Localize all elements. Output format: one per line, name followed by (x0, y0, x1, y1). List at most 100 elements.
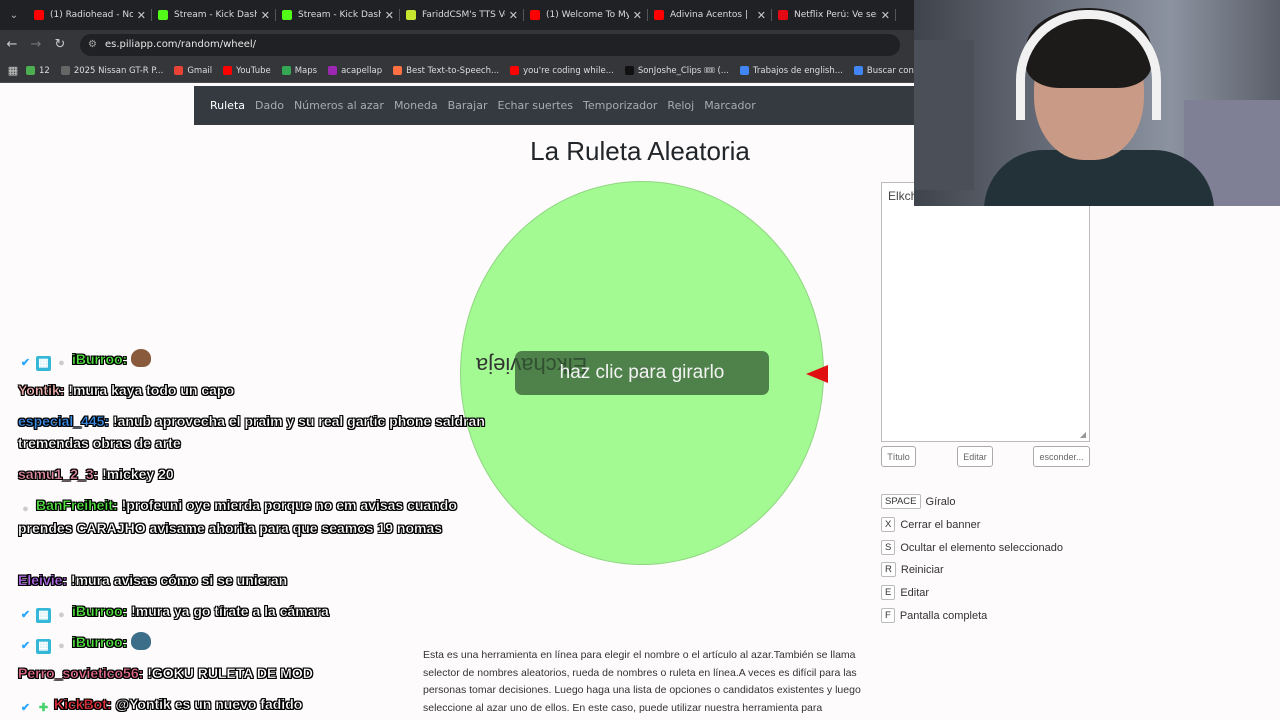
bookmark-item[interactable]: Best Text-to-Speech... (393, 66, 499, 76)
title-button[interactable]: Título (881, 446, 916, 467)
site-nav: Ruleta Dado Números al azar Moneda Baraj… (194, 86, 914, 125)
chat-text: @Yontik es un nuevo fadido (115, 696, 303, 712)
close-tab-icon[interactable]: ✕ (757, 9, 766, 22)
nav-echar-suertes[interactable]: Echar suertes (498, 99, 574, 112)
moderator-sword-icon: ✔ (20, 609, 31, 621)
bookmark-item[interactable]: YouTube (223, 66, 271, 76)
chat-message: ✔ ▦ ● iBurroo: !mura ya go tírate a la cáma… (18, 600, 498, 623)
vip-badge-icon: ▦ (36, 356, 51, 371)
browser-tab[interactable]: (1) Welcome To My C ✕ (524, 0, 648, 30)
bookmark-item[interactable]: 12 (26, 66, 50, 76)
forward-icon[interactable]: → (24, 37, 48, 52)
chat-message: ✔ ▦ ● iBurroo: (18, 348, 498, 371)
shortcut-row: R Reiniciar (881, 562, 944, 577)
nav-ruleta[interactable]: Ruleta (210, 99, 245, 112)
chat-message: Eleivie: !mura avisas cómo si se unieran (18, 569, 498, 591)
bookmark-icon (26, 66, 35, 75)
shortcut-row: SPACE Gíralo (881, 494, 955, 509)
names-text: Elkch (888, 189, 918, 203)
chat-message: ✔ ▦ ● iBurroo: (18, 631, 498, 654)
chat-text: !mura avisas cómo si se unieran (70, 572, 288, 588)
close-tab-icon[interactable]: ✕ (509, 9, 518, 22)
screen: ⌄ (1) Radiohead - No S ✕ Stream - Kick D… (0, 0, 1280, 720)
kick-icon (158, 10, 168, 20)
nav-moneda[interactable]: Moneda (394, 99, 438, 112)
og-badge-icon: ● (58, 640, 65, 652)
bookmark-label: YouTube (236, 65, 271, 76)
chat-username: Eleivie: (18, 572, 68, 588)
shortcut-key: E (881, 585, 896, 600)
chat-text: !GOKU RULETA DE MOD (147, 665, 313, 681)
bookmark-label: Trabajos de english... (752, 65, 843, 76)
bookmark-item[interactable]: SonJoshe_Clips 🎟 (... (624, 66, 729, 76)
close-tab-icon[interactable]: ✕ (385, 9, 394, 22)
shortcut-label: Pantalla completa (899, 609, 988, 622)
browser-tab[interactable]: (1) Radiohead - No S ✕ (28, 0, 152, 30)
shortcut-row: S Ocultar el elemento seleccionado (881, 540, 1063, 555)
bookmark-icon (393, 66, 403, 75)
nav-temporizador[interactable]: Temporizador (583, 99, 657, 112)
nav-reloj[interactable]: Reloj (667, 99, 694, 112)
nav-barajar[interactable]: Barajar (448, 99, 488, 112)
url-text: es.piliapp.com/random/wheel/ (104, 39, 257, 50)
vip-badge-icon: ▦ (36, 639, 51, 654)
resize-handle-icon[interactable]: ◢ (1080, 430, 1086, 439)
browser-tab[interactable]: Stream - Kick Dashb ✕ (276, 0, 400, 30)
bookmark-label: you're coding while... (523, 65, 614, 76)
bookmark-item[interactable]: 2025 Nissan GT-R P... (60, 66, 163, 76)
close-tab-icon[interactable]: ✕ (633, 9, 642, 22)
webcam-feed (914, 0, 1280, 206)
moderator-sword-icon: ✔ (20, 357, 31, 369)
webcam-window (914, 40, 974, 190)
bookmark-icon (60, 66, 70, 75)
bookmark-item[interactable]: Maps (281, 65, 318, 76)
url-field[interactable]: ⚙ es.piliapp.com/random/wheel/ (80, 33, 900, 56)
nav-marcador[interactable]: Marcador (704, 99, 756, 112)
tab-search-icon[interactable]: ⌄ (0, 0, 28, 30)
browser-tab[interactable]: FariddCSM's TTS Voi ✕ (400, 0, 524, 30)
edit-button[interactable]: Editar (957, 446, 993, 467)
chat-message: Yontik: !mura kaya todo un capo (18, 379, 498, 401)
chat-username: KickBot: (54, 696, 112, 712)
bookmark-item[interactable]: Gmail (174, 66, 212, 76)
og-badge-icon: ● (58, 609, 65, 621)
chat-message: ● BanFreiheit: !profeuni oye mierda porqu… (18, 494, 498, 539)
chat-text: !mickey 20 (102, 466, 174, 482)
wheel-pointer-icon (806, 365, 828, 383)
hide-button[interactable]: esconder... (1033, 446, 1090, 467)
back-icon[interactable]: ← (0, 37, 24, 52)
chat-username: iBurroo: (72, 634, 128, 650)
netflix-icon (778, 10, 788, 20)
bookmark-icon (853, 66, 863, 75)
bookmark-label: Maps (294, 65, 318, 76)
youtube-icon (654, 10, 664, 20)
browser-tab[interactable]: Adivina Acentos | ✕ (648, 0, 772, 30)
bookmark-item[interactable]: you're coding while... (510, 66, 614, 76)
bookmark-item[interactable]: Trabajos de english... (739, 65, 843, 76)
nav-dado[interactable]: Dado (255, 99, 284, 112)
youtube-icon (530, 10, 540, 20)
bot-badge-icon: ✚ (38, 702, 49, 714)
shortcut-key: F (881, 608, 895, 623)
apps-grid-icon[interactable]: ▦ (0, 64, 26, 77)
nav-numeros[interactable]: Números al azar (294, 99, 384, 112)
names-textarea[interactable]: Elkch ◢ (881, 182, 1090, 442)
reload-icon[interactable]: ↻ (48, 37, 72, 52)
site-info-icon[interactable]: ⚙ (88, 39, 97, 50)
shortcut-label: Editar (900, 586, 930, 599)
close-tab-icon[interactable]: ✕ (261, 9, 270, 22)
browser-tab[interactable]: Stream - Kick Dashbo ✕ (152, 0, 276, 30)
tab-title: Stream - Kick Dashbo (174, 10, 257, 20)
chat-message: ✔ ✚ KickBot: @Yontik es un nuevo fadido (18, 693, 498, 716)
bookmark-item[interactable]: acapellap (328, 66, 382, 76)
bookmark-label: Gmail (187, 65, 213, 76)
shortcut-key: S (881, 540, 896, 555)
close-tab-icon[interactable]: ✕ (137, 9, 146, 22)
moderator-sword-icon: ✔ (20, 640, 31, 652)
shortcut-row: E Editar (881, 585, 929, 600)
browser-tab[interactable]: Netflix Perú: Ve serie ✕ (772, 0, 896, 30)
close-tab-icon[interactable]: ✕ (881, 9, 890, 22)
shortcut-label: Gíralo (925, 495, 956, 508)
spin-hint-button[interactable]: haz clic para girarlo (515, 351, 769, 395)
shortcut-key: R (881, 562, 896, 577)
